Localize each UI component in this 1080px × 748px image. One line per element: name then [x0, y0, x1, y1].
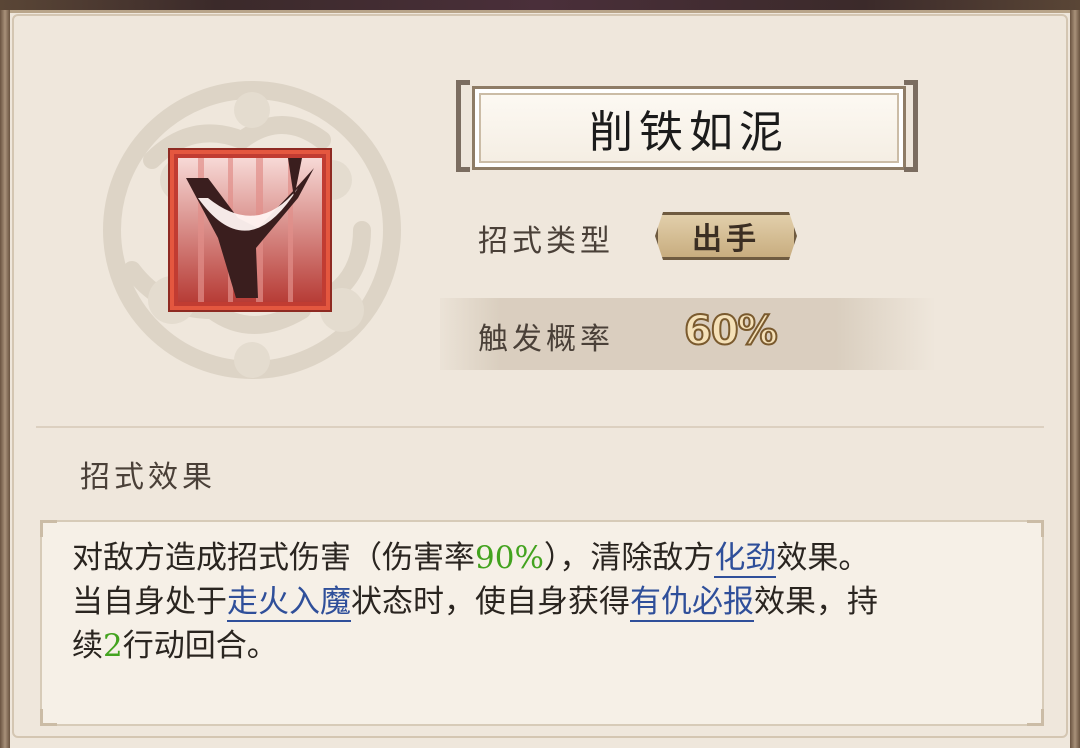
skill-type-label: 招式类型: [478, 224, 614, 259]
keyword-link-youchoubibao[interactable]: 有仇必报: [630, 584, 754, 622]
effect-description-box: 对敌方造成招式伤害（伤害率90%），清除敌方化劲效果。 当自身处于走火入魔状态时…: [40, 520, 1044, 726]
corner-ornament: [1027, 520, 1044, 537]
effect-text: 效果，持: [754, 584, 878, 620]
corner-ornament: [1027, 709, 1044, 726]
trigger-chance-value: 60%: [683, 307, 779, 355]
effect-text: ），清除敌方: [543, 540, 715, 576]
keyword-link-zouhuorumo[interactable]: 走火入魔: [227, 584, 351, 622]
corner-ornament: [40, 520, 57, 537]
effect-text: 续: [72, 628, 103, 664]
duration-turns-value: 2: [103, 628, 123, 664]
effect-description: 对敌方造成招式伤害（伤害率90%），清除敌方化劲效果。 当自身处于走火入魔状态时…: [72, 536, 1012, 668]
skill-type-value: 出手: [692, 222, 760, 257]
title-bracket-left: [456, 80, 470, 172]
skill-name-plaque: 削铁如泥: [472, 86, 906, 170]
panel-border-right: [1070, 10, 1080, 748]
keyword-link-huajin[interactable]: 化劲: [714, 540, 777, 578]
effect-text: 对敌方造成招式伤害（伤害率: [72, 540, 475, 576]
panel-border-left: [0, 10, 10, 748]
effect-text: 状态时，使自身获得: [351, 584, 630, 620]
slash-skill-icon: [178, 158, 322, 302]
section-divider: [36, 426, 1044, 428]
trigger-chance-label: 触发概率: [478, 322, 614, 357]
skill-name: 削铁如泥: [589, 107, 789, 158]
effect-text: 当自身处于: [72, 584, 227, 620]
skill-type-badge: 出手: [655, 212, 797, 260]
effect-heading: 招式效果: [80, 460, 216, 495]
effect-text: 行动回合。: [122, 628, 278, 664]
corner-ornament: [40, 709, 57, 726]
damage-rate-value: 90%: [475, 540, 544, 576]
effect-text: 效果。: [776, 540, 870, 576]
skill-icon[interactable]: [168, 148, 332, 312]
title-bracket-right: [904, 80, 918, 172]
